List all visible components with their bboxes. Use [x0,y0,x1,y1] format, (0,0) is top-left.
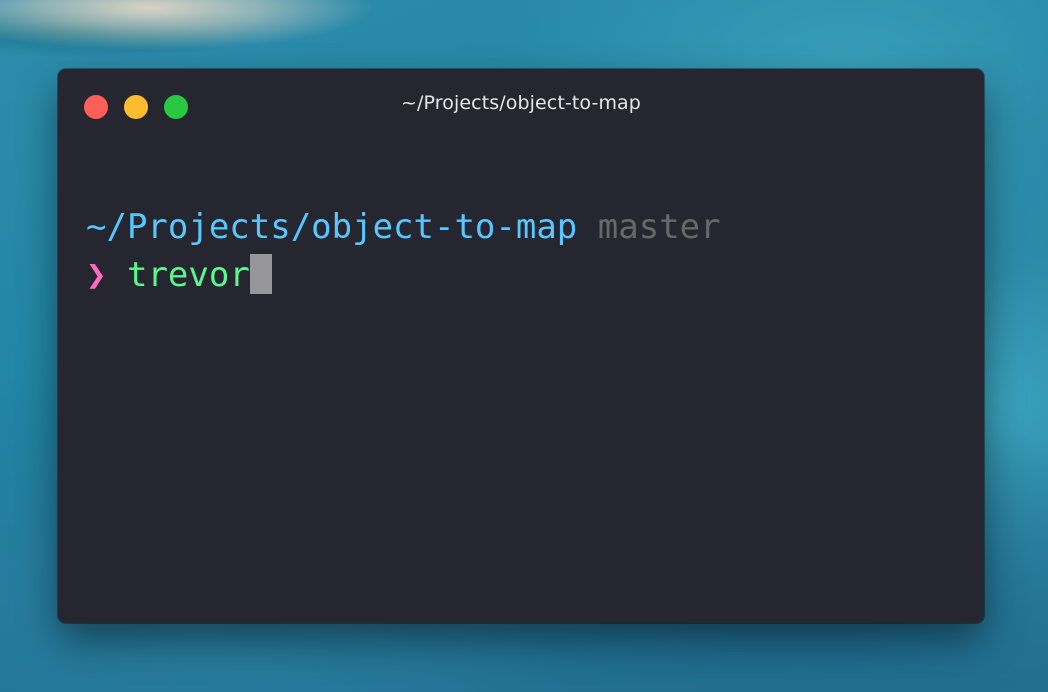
prompt-symbol: ❯ [86,255,107,295]
window-title: ~/Projects/object-to-map [401,92,641,114]
command-input[interactable]: trevor [127,255,250,295]
command-line[interactable]: ❯ trevor [86,251,721,299]
terminal-output[interactable]: ~/Projects/object-to-map master ❯ trevor [86,203,721,299]
title-bar[interactable]: ~/Projects/object-to-map [58,69,984,141]
git-branch: master [597,207,721,247]
text-cursor [249,254,272,294]
prompt-info-line: ~/Projects/object-to-map master [86,203,721,251]
current-directory: ~/Projects/object-to-map [86,207,578,247]
terminal-window: ~/Projects/object-to-map ~/Projects/obje… [58,69,984,623]
